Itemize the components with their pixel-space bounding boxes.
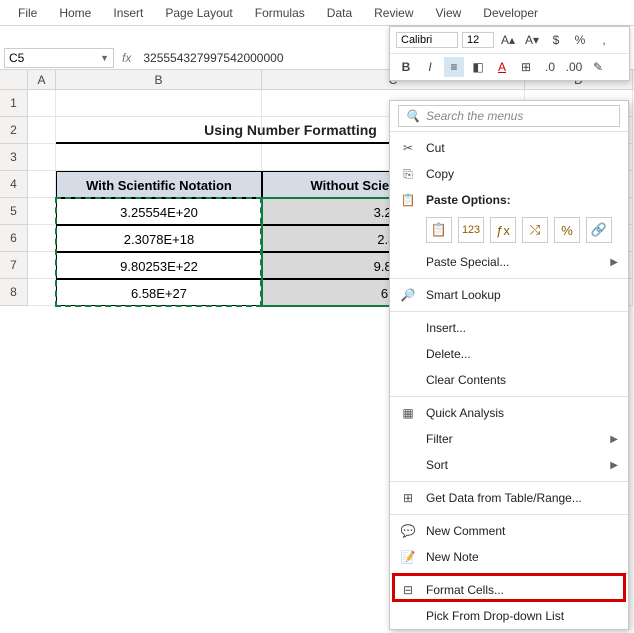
tab-file[interactable]: File bbox=[18, 6, 37, 20]
search-icon: 🔍 bbox=[405, 109, 420, 123]
note-icon: 📝 bbox=[400, 549, 416, 565]
increase-font-icon[interactable]: A▴ bbox=[498, 30, 518, 50]
menu-copy[interactable]: ⎘ Copy bbox=[390, 161, 628, 187]
row-header[interactable]: 7 bbox=[0, 252, 28, 279]
paste-transpose-icon[interactable]: ⤭ bbox=[522, 217, 548, 243]
menu-search[interactable]: 🔍 Search the menus bbox=[398, 105, 620, 127]
row-header[interactable]: 6 bbox=[0, 225, 28, 252]
align-icon[interactable]: ≡ bbox=[444, 57, 464, 77]
cell-b5[interactable]: 3.25554E+20 bbox=[56, 198, 262, 225]
menu-sort[interactable]: Sort ▶ bbox=[390, 452, 628, 478]
cell-b6[interactable]: 2.3078E+18 bbox=[56, 225, 262, 252]
comma-icon[interactable]: , bbox=[594, 30, 614, 50]
fx-icon[interactable]: fx bbox=[122, 51, 131, 65]
row-header[interactable]: 3 bbox=[0, 144, 28, 171]
menu-delete[interactable]: Delete... bbox=[390, 341, 628, 367]
decimal-dec-icon[interactable]: .00 bbox=[564, 57, 584, 77]
tab-page-layout[interactable]: Page Layout bbox=[165, 6, 232, 20]
header-with-sci: With Scientific Notation bbox=[56, 171, 262, 198]
row-header[interactable]: 2 bbox=[0, 117, 28, 144]
menu-insert[interactable]: Insert... bbox=[390, 315, 628, 341]
menu-search-placeholder: Search the menus bbox=[426, 109, 523, 123]
tab-developer[interactable]: Developer bbox=[483, 6, 538, 20]
comment-icon: 💬 bbox=[400, 523, 416, 539]
format-cells-icon: ⊟ bbox=[400, 582, 416, 598]
menu-smart-lookup[interactable]: 🔎 Smart Lookup bbox=[390, 282, 628, 308]
select-all-corner[interactable] bbox=[0, 70, 28, 89]
font-size-select[interactable] bbox=[462, 32, 494, 48]
tab-insert[interactable]: Insert bbox=[113, 6, 143, 20]
menu-new-comment[interactable]: 💬 New Comment bbox=[390, 518, 628, 544]
cut-icon: ✂ bbox=[400, 140, 416, 156]
row-header[interactable]: 8 bbox=[0, 279, 28, 306]
tab-view[interactable]: View bbox=[436, 6, 462, 20]
name-box[interactable]: C5 ▼ bbox=[4, 48, 114, 68]
chevron-right-icon: ▶ bbox=[610, 460, 618, 471]
font-color-icon[interactable]: A bbox=[492, 57, 512, 77]
menu-pick-list[interactable]: Pick From Drop-down List bbox=[390, 603, 628, 629]
decimal-inc-icon[interactable]: .0 bbox=[540, 57, 560, 77]
percent-icon[interactable]: % bbox=[570, 30, 590, 50]
ribbon-tabs: File Home Insert Page Layout Formulas Da… bbox=[0, 0, 634, 26]
menu-format-cells[interactable]: ⊟ Format Cells... bbox=[390, 577, 628, 603]
decrease-font-icon[interactable]: A▾ bbox=[522, 30, 542, 50]
tab-formulas[interactable]: Formulas bbox=[255, 6, 305, 20]
menu-paste-options-header: 📋 Paste Options: bbox=[390, 187, 628, 213]
cell-b8[interactable]: 6.58E+27 bbox=[56, 279, 262, 306]
paste-options-row: 📋 123 ƒx ⤭ % 🔗 bbox=[390, 213, 628, 249]
chevron-right-icon: ▶ bbox=[610, 257, 618, 268]
paste-formulas-icon[interactable]: ƒx bbox=[490, 217, 516, 243]
row-header[interactable]: 1 bbox=[0, 90, 28, 117]
menu-cut[interactable]: ✂ Cut bbox=[390, 135, 628, 161]
fill-color-icon[interactable]: ◧ bbox=[468, 57, 488, 77]
mini-toolbar: A▴ A▾ $ % , B I ≡ ◧ A ⊞ .0 .00 ✎ bbox=[389, 26, 630, 81]
smart-lookup-icon: 🔎 bbox=[400, 287, 416, 303]
paste-icon: 📋 bbox=[400, 192, 416, 208]
table-icon: ⊞ bbox=[400, 490, 416, 506]
chevron-right-icon: ▶ bbox=[610, 434, 618, 445]
cell-b7[interactable]: 9.80253E+22 bbox=[56, 252, 262, 279]
tab-data[interactable]: Data bbox=[327, 6, 352, 20]
menu-clear-contents[interactable]: Clear Contents bbox=[390, 367, 628, 393]
quick-analysis-icon: ▦ bbox=[400, 405, 416, 421]
paste-link-icon[interactable]: 🔗 bbox=[586, 217, 612, 243]
paste-values-icon[interactable]: 123 bbox=[458, 217, 484, 243]
menu-get-data[interactable]: ⊞ Get Data from Table/Range... bbox=[390, 485, 628, 511]
paste-all-icon[interactable]: 📋 bbox=[426, 217, 452, 243]
format-painter-icon[interactable]: ✎ bbox=[588, 57, 608, 77]
currency-icon[interactable]: $ bbox=[546, 30, 566, 50]
tab-home[interactable]: Home bbox=[59, 6, 91, 20]
menu-new-note[interactable]: 📝 New Note bbox=[390, 544, 628, 570]
chevron-down-icon[interactable]: ▼ bbox=[100, 53, 109, 63]
name-box-value: C5 bbox=[9, 51, 24, 65]
menu-quick-analysis[interactable]: ▦ Quick Analysis bbox=[390, 400, 628, 426]
row-header[interactable]: 5 bbox=[0, 198, 28, 225]
tab-review[interactable]: Review bbox=[374, 6, 413, 20]
font-select[interactable] bbox=[396, 32, 458, 48]
menu-paste-special[interactable]: Paste Special... ▶ bbox=[390, 249, 628, 275]
copy-icon: ⎘ bbox=[400, 166, 416, 182]
paste-formatting-icon[interactable]: % bbox=[554, 217, 580, 243]
italic-icon[interactable]: I bbox=[420, 57, 440, 77]
col-header-a[interactable]: A bbox=[28, 70, 56, 89]
menu-filter[interactable]: Filter ▶ bbox=[390, 426, 628, 452]
row-header[interactable]: 4 bbox=[0, 171, 28, 198]
context-menu: 🔍 Search the menus ✂ Cut ⎘ Copy 📋 Paste … bbox=[389, 100, 629, 630]
borders-icon[interactable]: ⊞ bbox=[516, 57, 536, 77]
bold-icon[interactable]: B bbox=[396, 57, 416, 77]
col-header-b[interactable]: B bbox=[56, 70, 262, 89]
